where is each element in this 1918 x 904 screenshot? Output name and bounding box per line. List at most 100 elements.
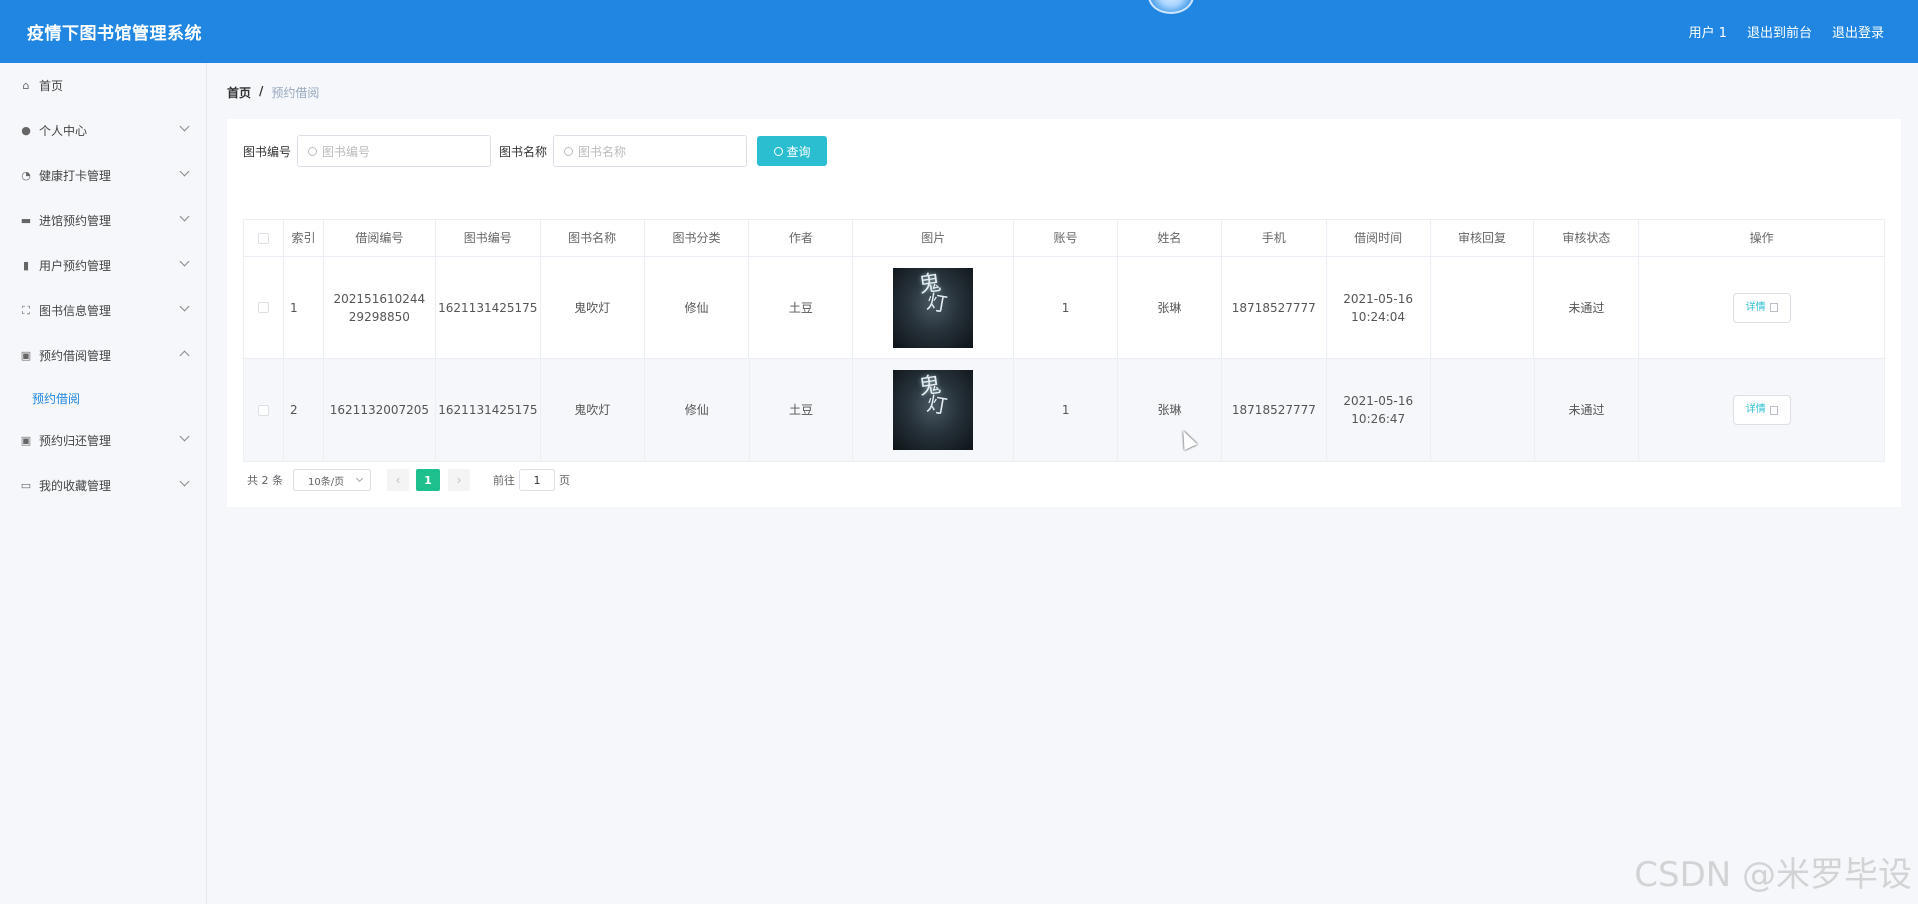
sidebar-item-home[interactable]: ⌂ 首页 — [0, 63, 206, 108]
page-suffix: 页 — [559, 474, 570, 487]
book-name-placeholder: 图书名称 — [578, 144, 627, 159]
borrow-table: 索引 借阅编号 图书编号 图书名称 图书分类 作者 图片 账号 姓名 手机 借阅… — [243, 219, 1885, 462]
app-title: 疫情下图书馆管理系统 — [27, 24, 202, 44]
cell-author: 土豆 — [750, 359, 854, 461]
detail-button-label: 详情 — [1745, 404, 1766, 415]
breadcrumb: 首页 / 预约借阅 — [227, 84, 319, 101]
detail-button[interactable]: 详情 — [1732, 292, 1791, 323]
page-number-button[interactable]: 1 — [416, 469, 440, 491]
cell-account: 1 — [1014, 257, 1118, 358]
submenu-item-borrow[interactable]: 预约借阅 — [0, 378, 206, 418]
cell-image: 鬼灯 — [853, 257, 1015, 358]
sidebar-item-return[interactable]: ▣ 预约归还管理 — [0, 418, 206, 463]
sidebar-item-user-booking[interactable]: ▮ 用户预约管理 — [0, 243, 206, 288]
next-page-button[interactable]: › — [448, 469, 470, 491]
detail-button[interactable]: 详情 — [1732, 395, 1791, 425]
cell-book-name: 鬼吹灯 — [541, 359, 645, 461]
goto-label: 前往 — [493, 474, 515, 487]
search-icon — [308, 146, 318, 156]
sidebar-item-label: 进馆预约管理 — [39, 214, 112, 228]
table-row: 1 20215161024429298850 1621131425175 鬼吹灯… — [244, 257, 1884, 359]
cell-account: 1 — [1014, 359, 1119, 461]
breadcrumb-home[interactable]: 首页 — [227, 84, 251, 101]
search-bar: 图书编号 图书编号 图书名称 图书名称 查询 — [243, 135, 828, 167]
cell-time: 2021-05-16 10:26:47 — [1327, 359, 1431, 461]
top-header: 疫情下图书馆管理系统 用户 1 退出到前台 退出登录 — [0, 0, 1918, 63]
sidebar-item-favorites[interactable]: ▭ 我的收藏管理 — [0, 463, 206, 508]
cell-index: 2 — [284, 359, 324, 461]
column-header: 借阅编号 — [324, 220, 436, 256]
column-header: 图书编号 — [436, 220, 541, 256]
column-header: 索引 — [284, 220, 324, 256]
clipboard-icon: ▣ — [20, 434, 32, 447]
column-header: 借阅时间 — [1327, 220, 1431, 256]
sidebar-item-label: 个人中心 — [39, 124, 88, 138]
book-name-input[interactable]: 图书名称 — [553, 135, 748, 167]
chevron-down-icon — [179, 211, 190, 222]
sidebar-item-health[interactable]: ◔ 健康打卡管理 — [0, 153, 206, 198]
monitor-icon: ▭ — [20, 479, 32, 492]
header-actions: 用户 1 退出到前台 退出登录 — [1689, 22, 1884, 41]
page-size-value: 10条/页 — [308, 476, 345, 488]
query-button-label: 查询 — [786, 144, 811, 159]
document-icon — [1769, 303, 1778, 312]
sidebar-item-borrow[interactable]: ▣ 预约借阅管理 — [0, 333, 206, 378]
cell-borrow-no: 1621132007205 — [324, 359, 436, 461]
cell-category: 修仙 — [645, 257, 750, 358]
front-link[interactable]: 退出到前台 — [1747, 22, 1812, 41]
cell-author: 土豆 — [749, 257, 854, 358]
book-cover-image: 鬼灯 — [893, 370, 974, 450]
cell-status: 未通过 — [1534, 257, 1640, 358]
column-header: 审核状态 — [1534, 220, 1640, 256]
column-header: 图片 — [853, 220, 1015, 256]
cell-reply — [1431, 257, 1535, 358]
select-all-checkbox[interactable] — [257, 232, 269, 244]
cell-phone: 18718527777 — [1222, 359, 1327, 461]
goto-page-input[interactable]: 1 — [519, 469, 555, 491]
query-button[interactable]: 查询 — [757, 136, 828, 166]
fullscreen-icon: ⛶ — [22, 303, 30, 317]
book-no-input[interactable]: 图书编号 — [297, 135, 492, 167]
chevron-down-icon — [179, 166, 190, 177]
dashboard-icon: ◔ — [21, 169, 31, 182]
user-icon: ● — [21, 124, 31, 137]
cell-phone: 18718527777 — [1222, 257, 1327, 358]
search-icon — [773, 146, 783, 156]
breadcrumb-separator: / — [259, 84, 264, 98]
column-header: 手机 — [1222, 220, 1327, 256]
book-cover-image: 鬼灯 — [893, 267, 974, 348]
book-no-label: 图书编号 — [243, 144, 292, 159]
sidebar-item-label: 我的收藏管理 — [39, 479, 112, 493]
cell-book-no: 1621131425175 — [436, 257, 541, 358]
chevron-down-icon — [179, 301, 190, 312]
cell-time: 2021-05-16 10:24:04 — [1327, 257, 1431, 358]
sidebar: ⌂ 首页 ● 个人中心 ◔ 健康打卡管理 ▬ 进馆预约管理 ▮ 用户预约管理 ⛶… — [0, 63, 207, 904]
user-label[interactable]: 用户 1 — [1689, 22, 1727, 41]
table-header-row: 索引 借阅编号 图书编号 图书名称 图书分类 作者 图片 账号 姓名 手机 借阅… — [244, 220, 1884, 257]
chevron-down-icon — [179, 476, 190, 487]
content-panel: 图书编号 图书编号 图书名称 图书名称 查询 索引 借阅编号 图书编号 图书名称… — [227, 119, 1901, 507]
page-size-select[interactable]: 10条/页 — [293, 469, 371, 491]
cell-category: 修仙 — [645, 359, 750, 461]
chevron-up-icon — [179, 350, 190, 361]
cell-book-no: 1621131425175 — [436, 359, 541, 461]
chevron-down-icon — [179, 431, 190, 442]
column-header: 审核回复 — [1431, 220, 1535, 256]
sidebar-item-book-info[interactable]: ⛶ 图书信息管理 — [0, 288, 206, 333]
sidebar-item-label: 图书信息管理 — [39, 304, 112, 318]
home-icon: ⌂ — [22, 79, 30, 92]
row-select-cell — [244, 359, 284, 461]
sidebar-item-entry[interactable]: ▬ 进馆预约管理 — [0, 198, 206, 243]
chevron-down-icon — [355, 474, 364, 483]
row-checkbox[interactable] — [257, 404, 269, 416]
sidebar-item-personal[interactable]: ● 个人中心 — [0, 108, 206, 153]
row-checkbox[interactable] — [257, 302, 269, 313]
header-decoration — [1148, 0, 1194, 14]
sidebar-item-label: 预约借阅管理 — [39, 349, 112, 363]
chevron-down-icon — [179, 256, 190, 267]
cell-status: 未通过 — [1535, 359, 1640, 461]
logout-link[interactable]: 退出登录 — [1832, 22, 1884, 41]
total-count: 共 2 条 — [247, 474, 283, 487]
prev-page-button[interactable]: ‹ — [387, 469, 409, 491]
cell-name: 张琳 — [1118, 359, 1222, 461]
